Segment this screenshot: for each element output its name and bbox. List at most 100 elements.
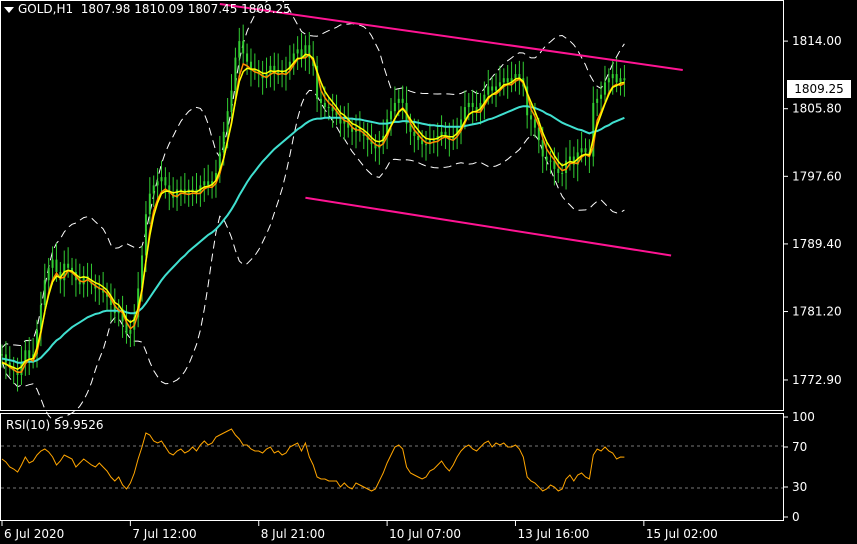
trend-channel [219, 3, 683, 257]
candle-body [607, 78, 610, 83]
bollinger-lower-line [1, 89, 625, 421]
main-chart-frame [0, 0, 784, 411]
candle-body [600, 94, 603, 99]
candle-body [471, 102, 474, 108]
time-axis: 6 Jul 2020 7 Jul 12:00 8 Jul 21:00 10 Jul 0… [1, 521, 718, 541]
candle-body [55, 259, 58, 272]
candle-body [148, 193, 151, 215]
candle-body [226, 111, 229, 132]
high-value: 1810.09 [134, 2, 184, 16]
candle-body [390, 111, 392, 120]
symbol-label: GOLD,H1 [18, 2, 74, 16]
price-tick-label: 1805.80 [792, 102, 842, 116]
candle-body [530, 115, 533, 120]
candle-body [545, 156, 548, 161]
current-price-tag: 1809.25 [787, 80, 851, 98]
candle-body [28, 350, 31, 359]
open-value: 1807.98 [80, 2, 131, 16]
moving-averages [1, 53, 625, 374]
ema-fast-line [1, 53, 625, 371]
candle-body [506, 78, 509, 83]
candle-body [160, 177, 163, 182]
time-tick-label: 8 Jul 21:00 [261, 527, 325, 541]
rsi-panel-frame [0, 413, 784, 521]
rsi-tick-label: 100 [792, 410, 815, 424]
channel-lower-line [305, 196, 672, 257]
candle-body [580, 148, 583, 153]
close-value: 1809.25 [241, 2, 291, 16]
low-value: 1807.45 [187, 2, 238, 16]
candle-body [467, 102, 470, 108]
candle-body [514, 74, 517, 79]
candle-body [401, 98, 404, 103]
candle-body [203, 181, 206, 186]
ema-slow-line [1, 105, 625, 364]
rsi-axis: 0 30 70 100 [783, 410, 815, 524]
time-tick-label: 10 Jul 07:00 [389, 527, 461, 541]
price-tick-label: 1814.00 [792, 34, 842, 48]
time-tick-label: 6 Jul 2020 [4, 527, 64, 541]
candle-body [393, 102, 396, 112]
candle-body [1, 354, 3, 356]
candle-body [549, 160, 552, 162]
candle-body [164, 177, 167, 186]
candle-body [611, 74, 614, 79]
candle-body [568, 156, 571, 161]
dropdown-triangle-icon[interactable] [4, 6, 14, 13]
candle-body [230, 90, 233, 112]
candle-body [619, 78, 622, 83]
candle-body [207, 181, 210, 186]
candle-body [319, 98, 322, 103]
price-tick-label: 1789.40 [792, 237, 842, 251]
candle-body [156, 181, 159, 186]
time-tick-label: 15 Jul 02:00 [646, 527, 718, 541]
candle-body [603, 82, 606, 95]
candle-body [129, 329, 132, 334]
candle-body [425, 144, 428, 146]
chart-header: GOLD,H1 1807.98 1810.09 1807.45 1809.25 [4, 2, 291, 16]
candle-body [242, 41, 245, 54]
candle-body [300, 49, 303, 58]
price-tick-label: 1797.60 [792, 169, 842, 183]
candle-body [191, 189, 194, 191]
candle-body [623, 78, 626, 81]
candle-body [596, 98, 599, 103]
candle-body [533, 119, 536, 128]
candle-body [47, 267, 50, 281]
time-tick-label: 7 Jul 12:00 [132, 527, 196, 541]
candle-body [498, 82, 501, 87]
rsi-tick-label: 0 [792, 510, 800, 524]
candle-body [246, 53, 249, 62]
candle-body [565, 160, 568, 174]
rsi-tick-label: 30 [792, 480, 807, 494]
candle-body [67, 263, 70, 268]
candle-body [43, 280, 46, 305]
rsi-polyline [1, 428, 625, 492]
candle-body [615, 74, 618, 83]
candle-body [327, 107, 330, 109]
candle-body [222, 131, 225, 153]
candle-body [541, 140, 544, 157]
candle-body [292, 53, 295, 62]
candle-body [413, 131, 416, 136]
candle-body [463, 107, 466, 120]
rsi-indicator-label: RSI(10) 59.9526 [6, 418, 104, 432]
candle-body [152, 185, 155, 194]
candle-body [238, 41, 241, 58]
price-tick-label: 1772.90 [792, 373, 842, 387]
candle-body [557, 168, 560, 174]
candle-body [51, 259, 54, 268]
candle-body [502, 78, 505, 83]
candle-body [495, 86, 498, 91]
candle-body [234, 57, 237, 91]
candle-body [179, 189, 182, 191]
candle-body [491, 86, 494, 91]
time-tick-label: 13 Jul 16:00 [517, 527, 589, 541]
candle-body [487, 86, 490, 95]
rsi-line [1, 428, 625, 492]
candles [1, 24, 626, 392]
candle-body [269, 65, 272, 75]
candle-body [323, 102, 326, 108]
candle-body [397, 98, 400, 103]
rsi-tick-label: 70 [792, 440, 807, 454]
